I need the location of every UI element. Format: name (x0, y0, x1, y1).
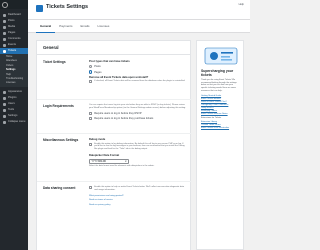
ticket-settings-row: Ticket Settings Post types that can have… (37, 56, 192, 100)
row-label: Login Requirements (43, 104, 74, 108)
misc-settings-field: Debug mode Enable this option to log deb… (89, 138, 187, 170)
checkbox[interactable] (89, 186, 93, 190)
tab-general[interactable]: General (36, 20, 56, 33)
dashboard-icon (3, 13, 6, 17)
promo-link[interactable]: Event Tickets Release Notes (201, 113, 239, 116)
submenu-item-licenses[interactable]: Licenses (0, 81, 28, 85)
misc-settings-row: Miscellaneous Settings Debug mode Enable… (37, 134, 192, 182)
promo-title: Supercharging your tickets (201, 69, 234, 77)
wrench-icon (3, 108, 6, 112)
calendar-icon (3, 43, 6, 47)
option-label: Require users to log in before they purc… (94, 117, 154, 121)
debug-mode-title: Debug mode (89, 138, 106, 141)
sidebar-item-label: Collapse menu (8, 120, 26, 123)
login-rsvp-option[interactable]: Require users to log in before they RSVP (89, 111, 187, 115)
login-purchase-option[interactable]: Require users to log in before they purc… (89, 117, 187, 121)
ticket-illustration-icon (201, 45, 241, 67)
app-root: Dashboard Posts Media Pages Comments Eve… (0, 0, 250, 250)
ticket-icon (3, 49, 6, 53)
ticket-settings-field: Post types that can have tickets Posts P… (89, 60, 187, 85)
option-label: Require users to log in before they RSVP (94, 111, 142, 115)
option-label: If checked, all Event Tickets data will … (94, 80, 186, 82)
data-sharing-option[interactable]: Enable this option to help us make Event… (89, 186, 187, 193)
option-label: Enable this option to help us make Event… (94, 186, 185, 191)
settings-icon (3, 114, 6, 118)
date-format-title: Datepicker Date Format (89, 154, 120, 158)
chevron-down-icon: ▾ (125, 159, 127, 163)
terms-link[interactable]: Read our terms of service (89, 199, 187, 202)
row-label: Miscellaneous Settings (43, 138, 79, 142)
date-format-description: Select the date format used for elements… (89, 165, 155, 168)
remove-data-option[interactable]: If checked, all Event Tickets data will … (89, 80, 187, 84)
brush-icon (3, 90, 6, 94)
checkbox[interactable] (89, 117, 93, 121)
option-label: Pages (94, 70, 102, 74)
media-icon (3, 25, 6, 29)
general-settings-card: General Ticket Settings Post types that … (36, 40, 192, 250)
tab-payments[interactable]: Payments (55, 20, 76, 33)
radio-button[interactable] (89, 64, 93, 69)
help-link[interactable]: Help (239, 3, 244, 6)
checkbox[interactable] (89, 142, 93, 146)
permissions-link[interactable]: What permissions are being granted? (89, 195, 187, 198)
promo-panel: Supercharging your tickets Thank you for… (196, 40, 244, 250)
promo-text: Thank you for using Event Tickets! We re… (201, 79, 237, 92)
settings-tabs: General Payments Emails Licenses (28, 20, 250, 33)
post-type-option[interactable]: Pages (89, 70, 187, 74)
tickets-submenu: Home Attendees Orders Settings Help Trou… (0, 54, 28, 87)
pin-icon (3, 19, 6, 23)
collapse-icon (3, 120, 6, 124)
remove-data-title: Remove all Event Tickets data upon unins… (89, 75, 149, 79)
privacy-link[interactable]: Read our privacy policy (89, 204, 187, 207)
data-sharing-row: Data sharing consent Enable this option … (37, 182, 192, 222)
user-icon (3, 102, 6, 106)
option-label: Enable this option to log debug informat… (94, 142, 185, 151)
promo-subheading: Extensions for Tickets (201, 117, 222, 120)
plugin-icon (3, 96, 6, 100)
page-header: Tickets Settings Help (28, 0, 250, 20)
data-sharing-field: Enable this option to help us make Event… (89, 186, 187, 208)
tab-emails[interactable]: Emails (77, 20, 94, 33)
checkbox[interactable] (89, 111, 93, 115)
radio-button[interactable] (89, 70, 93, 74)
tickets-logo-icon (36, 5, 43, 12)
post-type-option[interactable]: Posts (89, 64, 187, 69)
option-label: Posts (94, 65, 101, 68)
row-label: Ticket Settings (43, 60, 66, 64)
login-description: You can require that users log into your… (89, 104, 186, 109)
promo-link[interactable]: Event Tickets Plus Shortcodes (201, 127, 239, 130)
collapse-menu-button[interactable]: Collapse menu (0, 119, 28, 125)
page-icon (3, 31, 6, 35)
wordpress-logo-icon[interactable] (2, 2, 8, 8)
post-types-title: Post types that can have tickets (89, 60, 130, 63)
tab-licenses[interactable]: Licenses (94, 20, 114, 33)
row-label: Data sharing consent (43, 186, 76, 190)
page-title: Tickets Settings (46, 4, 89, 10)
date-format-select[interactable]: YYYY-MM-DD ▾ (89, 158, 129, 164)
card-heading: General (37, 41, 190, 55)
admin-sidebar: Dashboard Posts Media Pages Comments Eve… (0, 0, 28, 250)
comment-icon (3, 37, 6, 41)
login-requirements-field: You can require that users log into your… (89, 104, 187, 122)
select-value: YYYY-MM-DD (91, 160, 107, 163)
checkbox[interactable] (89, 80, 93, 84)
debug-mode-option[interactable]: Enable this option to log debug informat… (89, 142, 187, 153)
login-requirements-row: Login Requirements You can require that … (37, 100, 192, 134)
